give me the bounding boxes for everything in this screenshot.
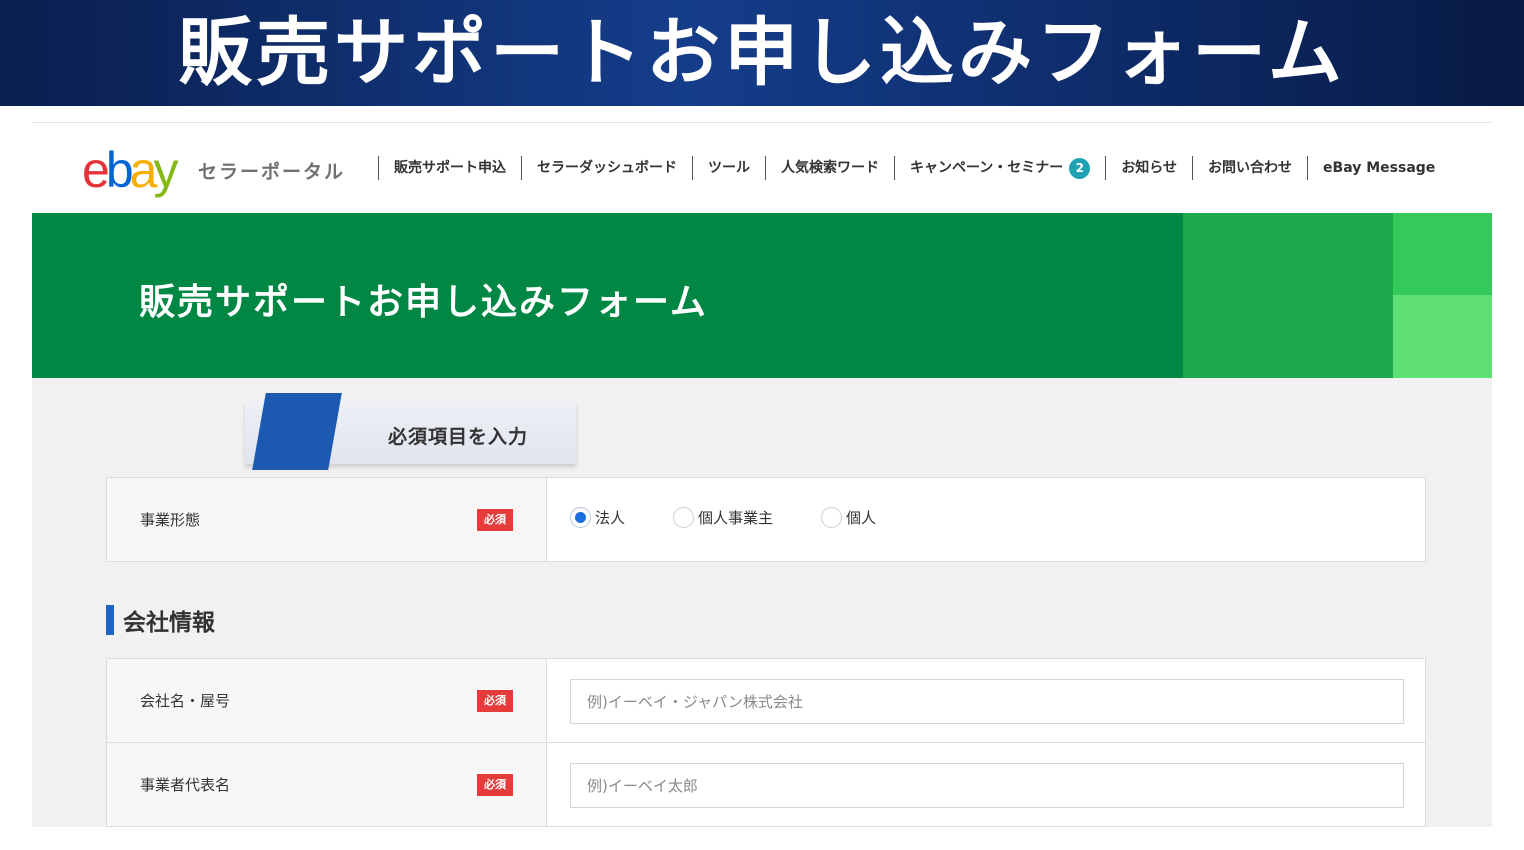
representative-name-input[interactable] [570,763,1404,808]
main-nav: 販売サポート申込 セラーダッシュボード ツール 人気検索ワード キャンペーン・セ… [378,155,1450,181]
radio-label: 個人事業主 [698,509,774,527]
representative-row: 事業者代表名 必須 [106,742,1426,827]
radio-button-checked[interactable] [570,507,591,528]
radio-button[interactable] [821,507,843,528]
hero-section: 販売サポートお申し込みフォーム [32,213,1492,378]
business-type-radio-group: 法人 個人事業主 個人 [570,507,924,528]
nav-item-contact[interactable]: お問い合わせ [1192,156,1307,180]
hero-decoration [1393,295,1492,378]
nav-label: 人気検索ワード [781,160,879,176]
section-title: 会社情報 [123,610,215,636]
top-banner: 販売サポートお申し込みフォーム [0,0,1524,106]
logo-letter-b: b [105,142,134,198]
tab-accent-shape [252,393,342,470]
nav-label: お知らせ [1121,160,1178,176]
nav-label: ツール [708,160,750,176]
field-label-cell: 会社名・屋号 必須 [107,659,547,742]
required-badge: 必須 [477,509,513,531]
required-fields-tab-label: 必須項目を入力 [388,426,529,448]
field-label-cell: 事業者代表名 必須 [107,743,547,826]
nav-label: eBay Message [1323,160,1436,176]
notification-badge: 2 [1069,157,1091,179]
form-content: 必須項目を入力 事業形態 必須 法人 個人事業主 個人 会社情報 会社名・屋号 … [32,378,1492,827]
hero-decoration [1393,213,1492,295]
radio-label: 個人 [846,509,877,527]
logo-letter-e: e [82,142,110,198]
nav-item-seller-dashboard[interactable]: セラーダッシュボード [521,156,692,180]
logo-letter-a: a [129,142,158,198]
representative-label: 事業者代表名 [140,776,231,794]
nav-item-ebay-message[interactable]: eBay Message [1307,156,1450,180]
nav-label: キャンペーン・セミナー [910,160,1064,176]
radio-sole-proprietor[interactable]: 個人事業主 [673,507,773,528]
nav-item-campaign-seminar[interactable]: キャンペーン・セミナー 2 [894,156,1105,180]
portal-label: セラーポータル [198,161,346,183]
page-frame: e b a y セラーポータル 販売サポート申込 セラーダッシュボード ツール … [32,106,1492,827]
hero-decoration [1183,213,1393,378]
nav-label: セラーダッシュボード [537,160,677,176]
field-label-cell: 事業形態 必須 [107,478,547,561]
required-badge: 必須 [477,690,513,712]
ebay-logo[interactable]: e b a y [82,142,178,198]
company-info-heading: 会社情報 [106,603,215,637]
bottom-margin [0,827,1524,850]
nav-item-popular-keywords[interactable]: 人気検索ワード [765,156,894,180]
radio-individual[interactable]: 個人 [821,507,876,528]
nav-label: お問い合わせ [1208,160,1293,176]
company-name-label: 会社名・屋号 [140,692,231,710]
radio-button[interactable] [673,507,695,528]
required-badge: 必須 [477,774,513,796]
logo-letter-y: y [153,142,178,198]
nav-item-sales-support[interactable]: 販売サポート申込 [378,156,521,180]
nav-label: 販売サポート申込 [394,160,506,176]
company-name-row: 会社名・屋号 必須 [106,658,1426,743]
section-accent-bar [106,605,114,635]
radio-corporation[interactable]: 法人 [570,507,625,528]
business-type-label: 事業形態 [140,511,201,529]
banner-title: 販売サポートお申し込みフォーム [178,10,1346,96]
business-type-row: 事業形態 必須 法人 個人事業主 個人 [106,477,1426,562]
nav-item-news[interactable]: お知らせ [1105,156,1192,180]
site-header: e b a y セラーポータル 販売サポート申込 セラーダッシュボード ツール … [32,123,1492,213]
nav-item-tools[interactable]: ツール [692,156,765,180]
company-name-input[interactable] [570,679,1404,724]
page-title: 販売サポートお申し込みフォーム [139,282,708,323]
radio-label: 法人 [595,509,626,527]
